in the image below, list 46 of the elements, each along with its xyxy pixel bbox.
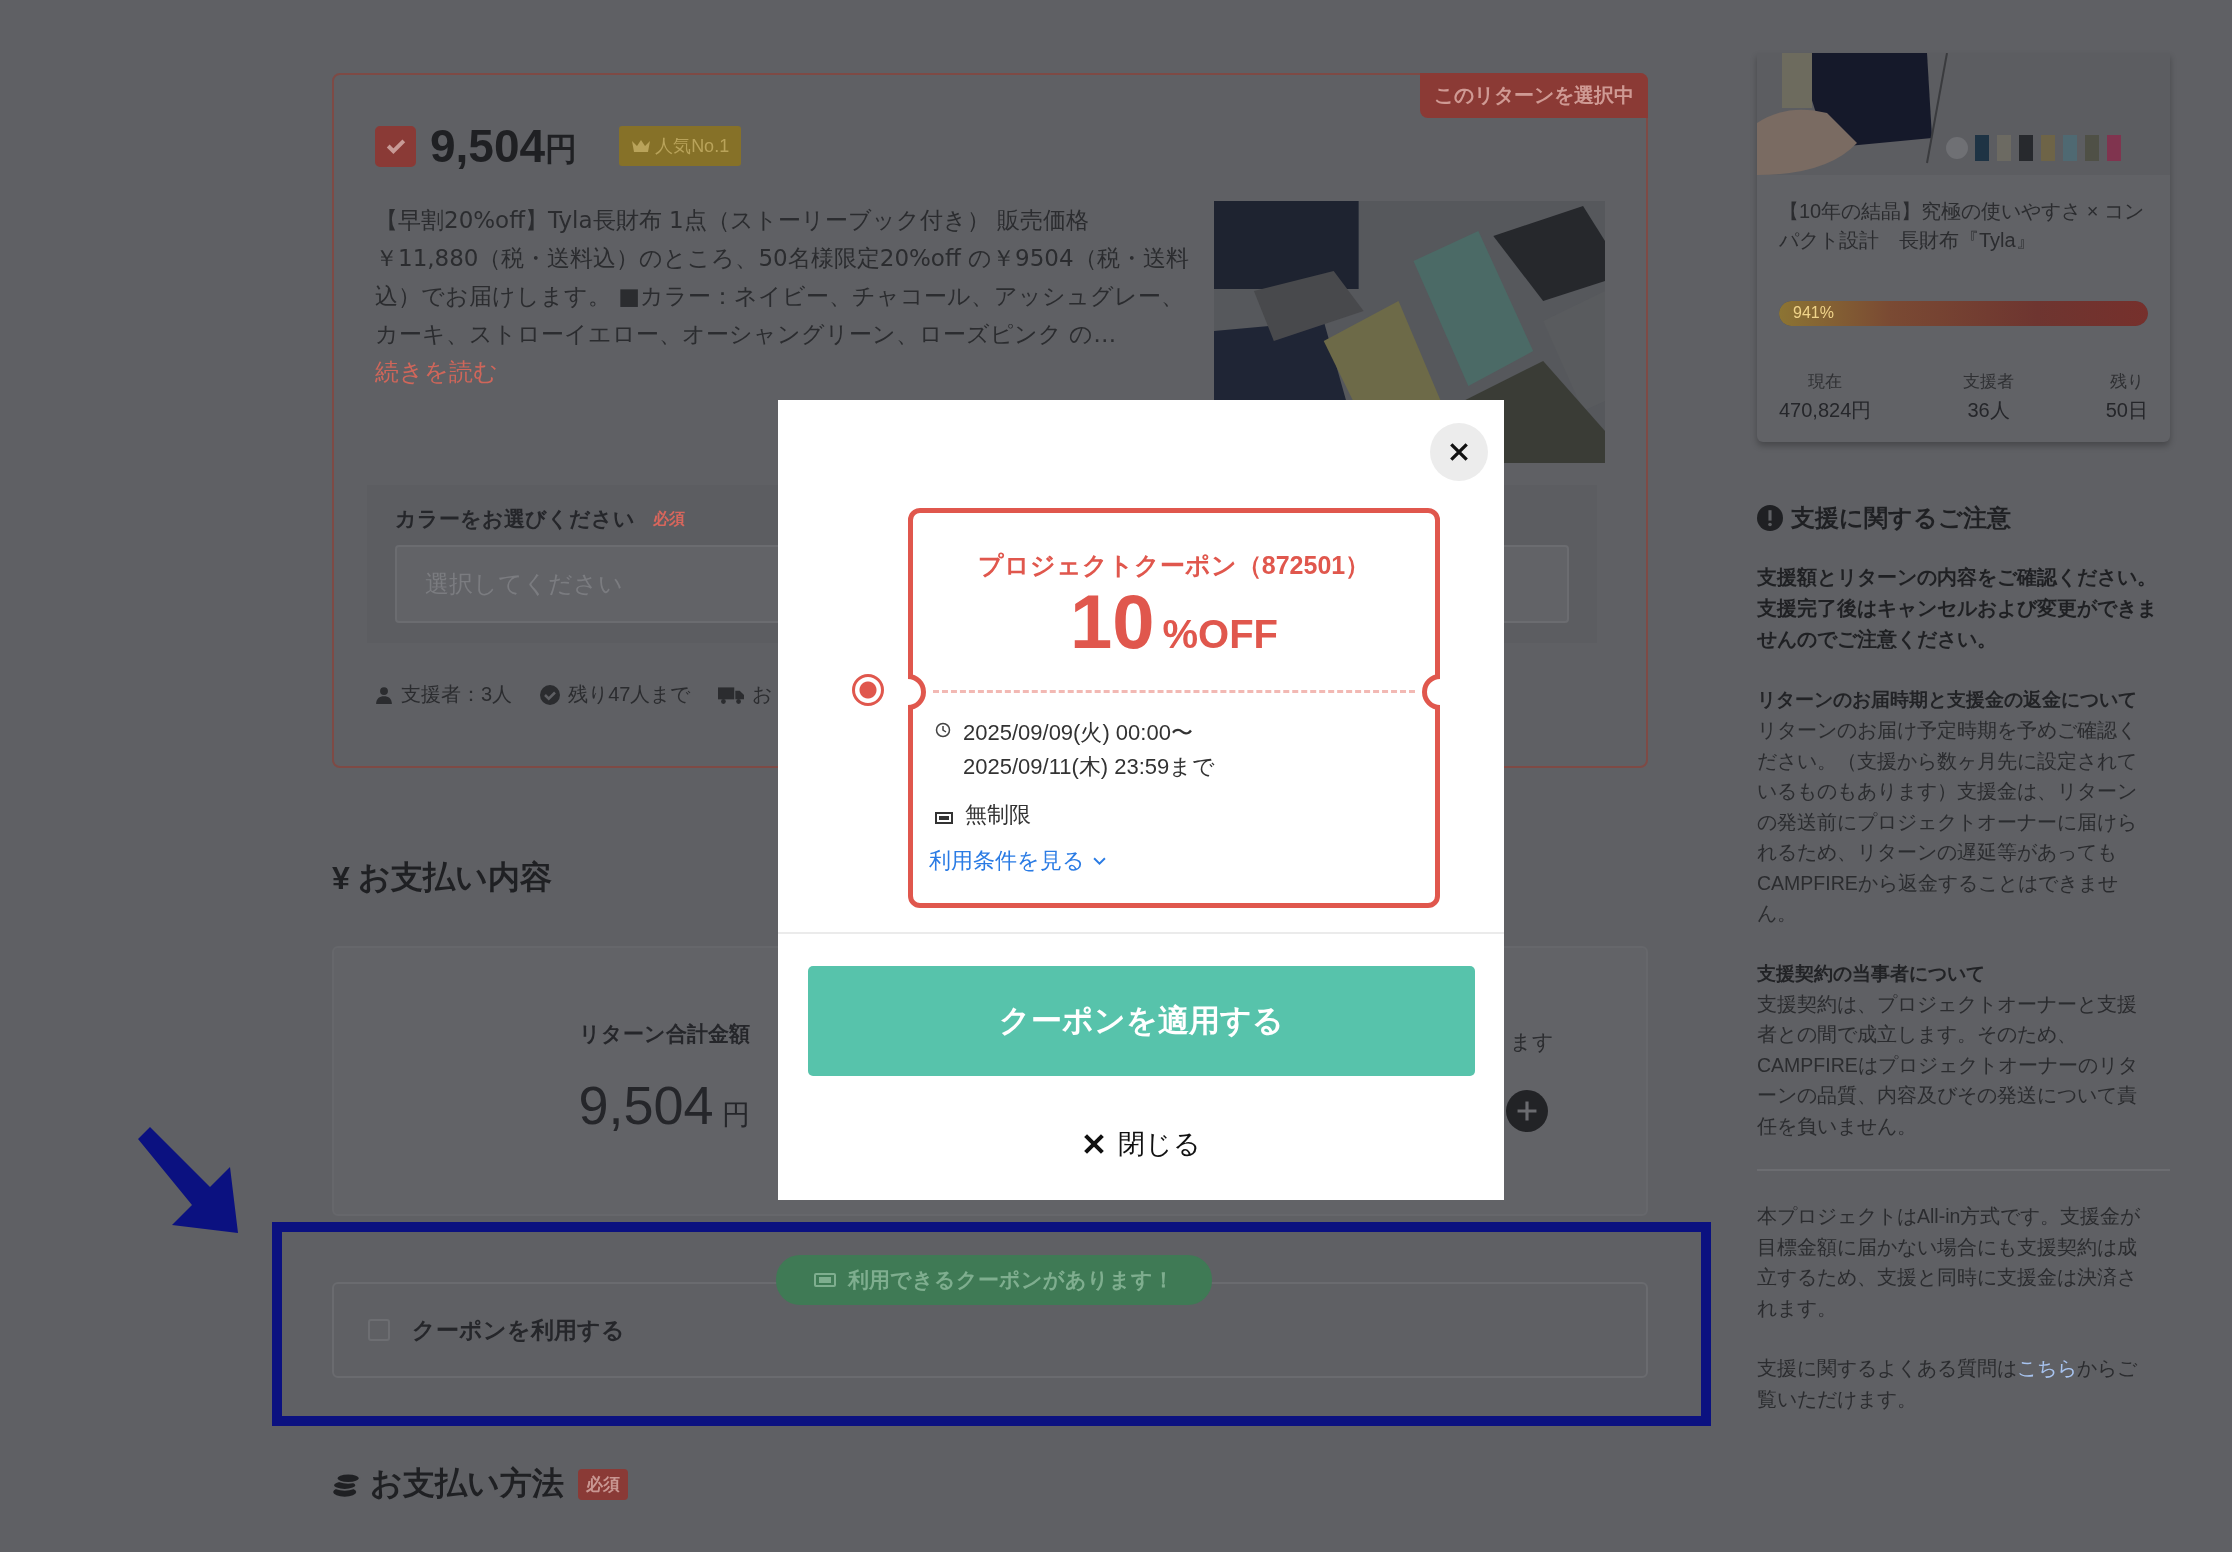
terms-link[interactable]: 利用条件を見る — [929, 846, 1106, 876]
ticket-icon — [935, 812, 953, 824]
period-start: 2025/09/09(火) 00:00〜 — [963, 719, 1194, 747]
ticket-icon — [814, 1273, 836, 1287]
coupon-ticket[interactable]: プロジェクトクーポン（872501） 10%OFF 2025/09/09(火) 00:00〜 2025/09/11(木) 23:59まで 無制限 利用条件を見る — [908, 508, 1440, 908]
section-title: お支払い内容 — [357, 858, 552, 897]
stat-value: 36人 — [1967, 398, 2010, 423]
stat-value: 470,824円 — [1779, 398, 1872, 423]
coupon-checkbox-label: クーポンを利用する — [412, 1315, 625, 1345]
price: 9,504 — [430, 119, 546, 173]
usage-limit: 無制限 — [965, 801, 1031, 829]
status-badge: このリターンを選択中 — [1420, 73, 1648, 118]
notice-heading: 支援契約の当事者について — [1757, 961, 1986, 986]
faq-link[interactable]: こちら — [2017, 1357, 2077, 1379]
close-dialog-button[interactable]: 閉じる — [1071, 1116, 1211, 1172]
discount-unit: %OFF — [1162, 612, 1279, 657]
chevron-down-icon — [1093, 856, 1106, 866]
radio-button[interactable] — [852, 674, 884, 706]
coupon-available-badge: 利用できるクーポンがあります！ — [776, 1255, 1212, 1305]
apply-coupon-button[interactable]: クーポンを適用する — [807, 966, 1475, 1076]
yen-sign: ¥ — [332, 859, 350, 897]
exclamation-icon — [1757, 505, 1783, 531]
close-icon — [1448, 441, 1470, 463]
total-amount: 9,504 — [578, 1074, 714, 1136]
clock-icon — [935, 722, 951, 738]
check-circle-icon — [540, 684, 561, 705]
total-label: リターン合計金額 — [578, 1021, 750, 1047]
coupon-title: プロジェクトクーポン（872501） — [976, 550, 1372, 581]
section-title: お支払い方法 — [370, 1464, 564, 1503]
person-icon — [375, 685, 393, 704]
notice-text: 支援額とリターンの内容をご確認ください。支援完了後はキャンセルおよび変更ができませんのでご注意ください。 — [1757, 565, 2158, 652]
summary-text: ます — [1510, 1029, 1554, 1055]
notice-heading: リターンのお届時期と支援金の返金について — [1757, 688, 2138, 712]
period-end: 2025/09/11(木) 23:59まで — [963, 753, 1216, 781]
checkbox[interactable] — [375, 125, 416, 167]
currency: 円 — [545, 131, 578, 167]
total-unit: 円 — [721, 1098, 750, 1132]
notice-title: 支援に関するご注意 — [1791, 503, 2011, 533]
plus-icon[interactable] — [1506, 1090, 1548, 1132]
progress-label: 941% — [1793, 304, 1834, 322]
truck-icon — [718, 685, 745, 704]
stat-value: 50日 — [2105, 398, 2148, 423]
required-label: 必須 — [653, 508, 685, 529]
discount-amount: 10 — [1069, 578, 1155, 666]
required-badge: 必須 — [578, 1468, 628, 1500]
crown-icon — [631, 139, 652, 153]
